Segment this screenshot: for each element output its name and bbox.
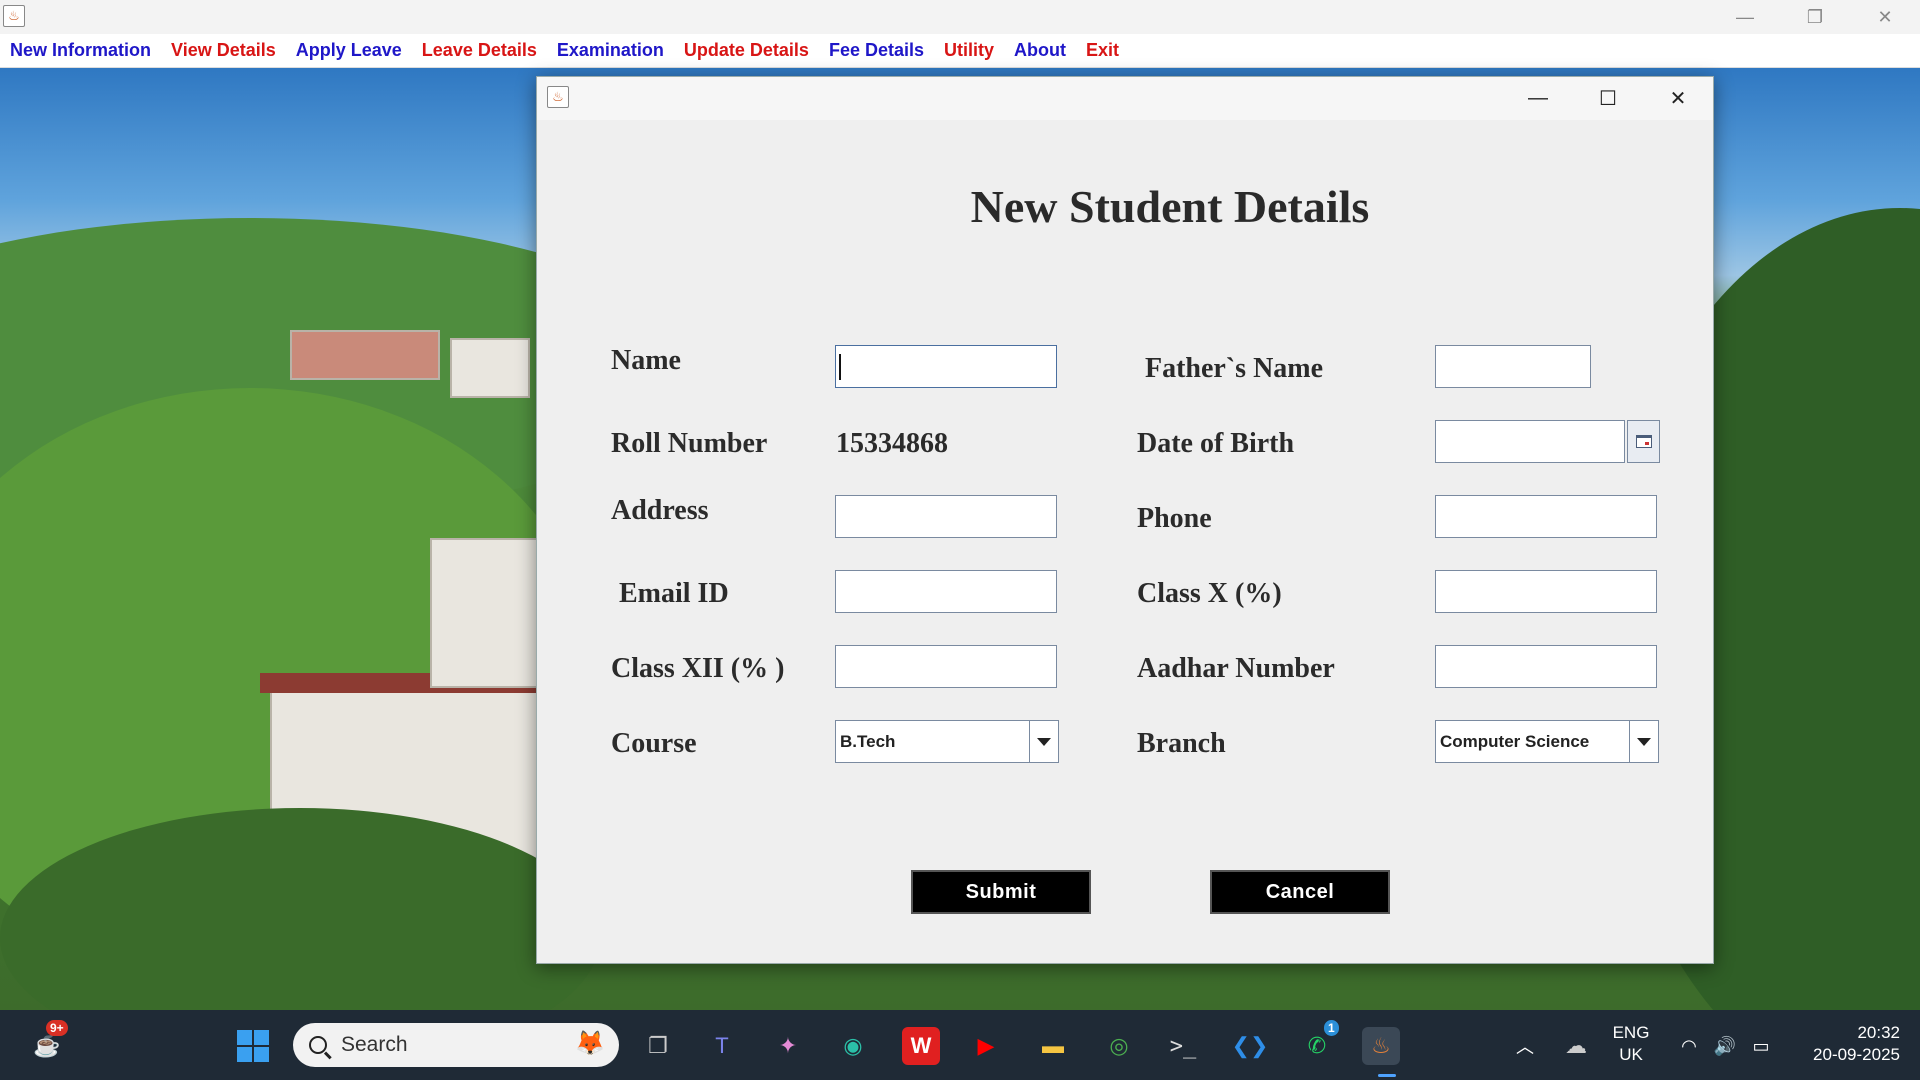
task-view-icon[interactable]: ❐ — [639, 1027, 677, 1065]
dob-label: Date of Birth — [1137, 428, 1295, 459]
close-button[interactable]: ✕ — [1850, 0, 1920, 34]
start-icon[interactable] — [234, 1027, 272, 1065]
menu-exit[interactable]: Exit — [1086, 40, 1119, 61]
java-app-icon[interactable]: ♨ — [1362, 1027, 1400, 1065]
branch-dropdown[interactable]: Computer Science — [1435, 720, 1659, 763]
email-label: Email ID — [619, 578, 729, 609]
chevron-down-icon[interactable] — [1629, 721, 1658, 762]
name-input[interactable] — [835, 345, 1057, 388]
dialog-titlebar: ♨ — ☐ ✕ — [537, 77, 1713, 120]
menu-view-details[interactable]: View Details — [171, 40, 276, 61]
clock[interactable]: 20:32 20-09-2025 — [1790, 1022, 1900, 1066]
menu-about[interactable]: About — [1014, 40, 1066, 61]
active-app-indicator — [1378, 1074, 1396, 1077]
region-text: UK — [1619, 1045, 1643, 1064]
phone-input[interactable] — [1435, 495, 1657, 538]
submit-button[interactable]: Submit — [911, 870, 1091, 914]
copilot-icon[interactable]: ✦ — [769, 1027, 807, 1065]
new-student-dialog: ♨ — ☐ ✕ New Student Details Name Roll Nu… — [536, 76, 1714, 964]
roll-number-value: 15334868 — [836, 428, 948, 459]
terminal-icon[interactable]: >_ — [1164, 1027, 1202, 1065]
calendar-icon — [1635, 435, 1652, 448]
class-xii-label: Class XII (% ) — [611, 653, 785, 684]
roll-number-label: Roll Number — [611, 428, 768, 459]
calendar-button[interactable] — [1627, 420, 1660, 463]
address-input[interactable] — [835, 495, 1057, 538]
search-icon — [309, 1036, 327, 1054]
battery-icon[interactable]: ▭ — [1742, 1027, 1780, 1065]
class-x-label: Class X (%) — [1137, 578, 1282, 609]
class-x-input[interactable] — [1435, 570, 1657, 613]
language-indicator[interactable]: ENG UK — [1606, 1022, 1656, 1066]
whatsapp-badge: 1 — [1324, 1020, 1339, 1036]
menu-update-details[interactable]: Update Details — [684, 40, 809, 61]
name-label: Name — [611, 345, 681, 376]
menu-apply-leave[interactable]: Apply Leave — [296, 40, 402, 61]
search-box[interactable]: Search 🦊 — [293, 1023, 619, 1067]
class-xii-input[interactable] — [835, 645, 1057, 688]
wps-office-icon[interactable]: W — [902, 1027, 940, 1065]
minimize-button[interactable]: — — [1710, 0, 1780, 34]
course-dropdown[interactable]: B.Tech — [835, 720, 1059, 763]
file-explorer-icon[interactable]: ▬ — [1034, 1027, 1072, 1065]
java-app-icon: ♨ — [3, 5, 25, 27]
email-input[interactable] — [835, 570, 1057, 613]
page-title: New Student Details — [970, 181, 1370, 232]
language-text: ENG — [1612, 1023, 1650, 1042]
dialog-close-button[interactable]: ✕ — [1643, 77, 1713, 120]
address-label: Address — [611, 495, 709, 526]
menu-utility[interactable]: Utility — [944, 40, 994, 61]
dob-input[interactable] — [1435, 420, 1625, 463]
widgets-badge: 9+ — [46, 1020, 68, 1036]
aadhar-label: Aadhar Number — [1137, 653, 1335, 684]
menu-leave-details[interactable]: Leave Details — [422, 40, 537, 61]
cancel-button[interactable]: Cancel — [1210, 870, 1390, 914]
course-selected-value: B.Tech — [840, 731, 896, 751]
branch-label: Branch — [1137, 728, 1226, 759]
dialog-minimize-button[interactable]: — — [1503, 77, 1573, 120]
chevron-up-icon[interactable]: ︿ — [1506, 1027, 1544, 1065]
text-cursor — [839, 354, 841, 380]
java-app-icon: ♨ — [547, 86, 569, 108]
search-placeholder: Search — [341, 1033, 408, 1056]
fathers-name-input[interactable] — [1435, 345, 1591, 388]
dialog-maximize-button[interactable]: ☐ — [1573, 77, 1643, 120]
edge-icon[interactable]: ◉ — [834, 1027, 872, 1065]
phone-label: Phone — [1137, 503, 1212, 534]
branch-selected-value: Computer Science — [1440, 731, 1590, 751]
menu-examination[interactable]: Examination — [557, 40, 664, 61]
course-label: Course — [611, 728, 697, 759]
fathers-name-label: Father`s Name — [1145, 353, 1324, 384]
menu-new-information[interactable]: New Information — [10, 40, 151, 61]
teams-icon[interactable]: T — [703, 1027, 741, 1065]
main-window-titlebar: ♨ — ❐ ✕ — [0, 0, 1920, 34]
aadhar-input[interactable] — [1435, 645, 1657, 688]
chevron-down-icon[interactable] — [1029, 721, 1058, 762]
onedrive-icon[interactable]: ☁ — [1557, 1027, 1595, 1065]
time-text: 20:32 — [1857, 1023, 1900, 1042]
menu-bar: New Information View Details Apply Leave… — [0, 34, 1920, 68]
red-panda-icon: 🦊 — [575, 1030, 605, 1057]
chrome-icon[interactable]: ◎ — [1100, 1027, 1138, 1065]
volume-icon[interactable]: 🔊 — [1706, 1027, 1744, 1065]
vscode-icon[interactable]: ❮❯ — [1231, 1027, 1269, 1065]
restore-button[interactable]: ❐ — [1780, 0, 1850, 34]
taskbar: ☕ 9+ Search 🦊 ❐ T ✦ ◉ W ▶ ▬ ◎ >_ ❮❯ ✆ 1 … — [0, 1010, 1920, 1080]
menu-fee-details[interactable]: Fee Details — [829, 40, 924, 61]
youtube-icon[interactable]: ▶ — [967, 1027, 1005, 1065]
wifi-icon[interactable]: ◠ — [1670, 1027, 1708, 1065]
date-text: 20-09-2025 — [1813, 1045, 1900, 1064]
